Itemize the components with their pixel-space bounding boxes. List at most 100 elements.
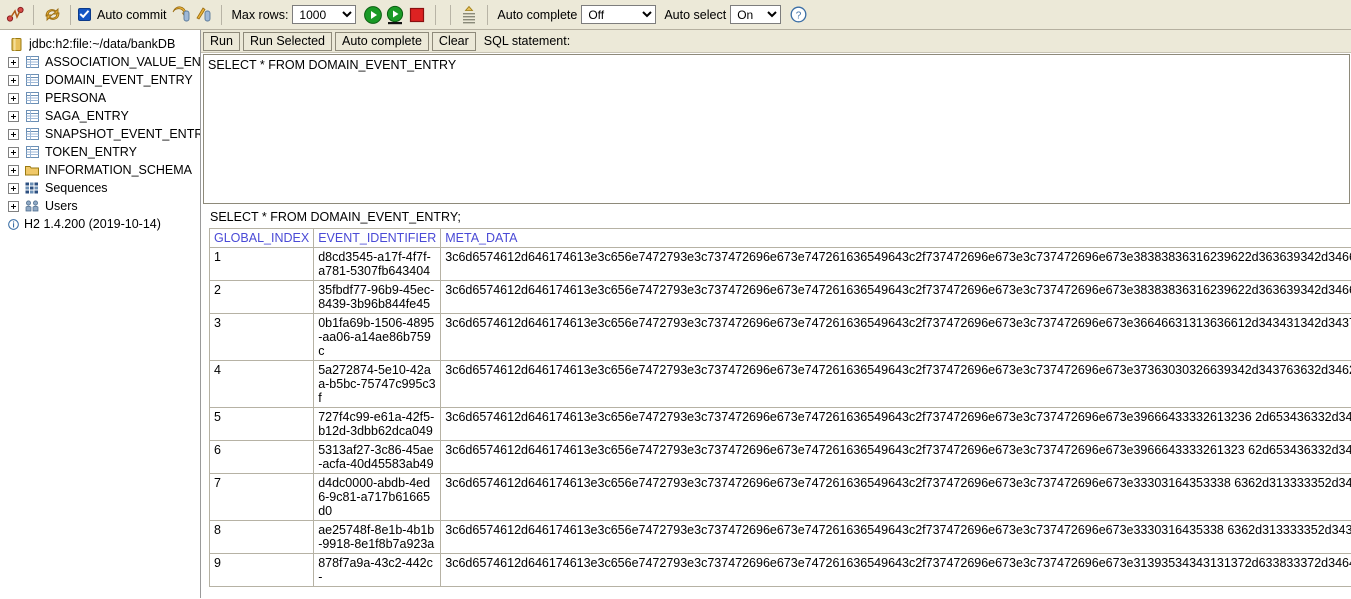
sidebar-item-label: ASSOCIATION_VALUE_ENT bbox=[45, 55, 200, 69]
results-table: GLOBAL_INDEX EVENT_IDENTIFIER META_DATA … bbox=[208, 228, 1351, 587]
table-row[interactable]: 6 5313af27-3c86-45ae-acfa-40d45583ab49 3… bbox=[208, 440, 1351, 474]
users-icon bbox=[24, 199, 40, 213]
connection-label: jdbc:h2:file:~/data/bankDB bbox=[29, 37, 176, 51]
info-icon bbox=[8, 217, 19, 231]
cell-event-identifier: ae25748f-8e1b-4b1b-9918-8e1f8b7a923a bbox=[313, 520, 442, 554]
sidebar-item-token-entry[interactable]: TOKEN_ENTRY bbox=[4, 143, 200, 161]
toolbar-separator-1 bbox=[33, 4, 34, 25]
history-icon[interactable] bbox=[458, 4, 480, 26]
table-row[interactable]: 4 5a272874-5e10-42aa-b5bc-75747c995c3f 3… bbox=[208, 360, 1351, 408]
svg-text:?: ? bbox=[795, 10, 801, 21]
expander-icon[interactable] bbox=[8, 128, 19, 140]
table-row[interactable]: 9 878f7a9a-43c2-442c- 3c6d6574612d646174… bbox=[208, 553, 1351, 587]
column-header-event-identifier[interactable]: EVENT_IDENTIFIER bbox=[313, 228, 442, 248]
cell-global-index: 7 bbox=[208, 473, 315, 521]
sidebar-item-association-value-ent[interactable]: ASSOCIATION_VALUE_ENT bbox=[4, 53, 200, 71]
main-toolbar: Auto commit Max rows: 1000 Auto complete… bbox=[0, 0, 1351, 30]
toolbar-separator-3 bbox=[221, 4, 223, 25]
toolbar-separator-4 bbox=[435, 4, 437, 25]
table-row[interactable]: 2 35fbdf77-96b9-45ec-8439-3b96b844fe45 3… bbox=[208, 280, 1351, 314]
cell-event-identifier: d8cd3545-a17f-4f7f-a781-5307fb643404 bbox=[313, 247, 442, 281]
auto-complete-label: Auto complete bbox=[497, 7, 578, 22]
version-label: H2 1.4.200 (2019-10-14) bbox=[24, 217, 161, 231]
cell-event-identifier: 5a272874-5e10-42aa-b5bc-75747c995c3f bbox=[313, 360, 442, 408]
cell-event-identifier: d4dc0000-abdb-4ed6-9c81-a717b61665d0 bbox=[313, 473, 442, 521]
sidebar-item-label: Users bbox=[45, 199, 78, 213]
database-icon bbox=[8, 37, 24, 51]
run-selected-button[interactable]: Run Selected bbox=[242, 31, 332, 51]
auto-commit-checkbox[interactable] bbox=[78, 8, 91, 21]
expander-icon[interactable] bbox=[8, 146, 19, 158]
sql-editor-textarea[interactable] bbox=[203, 54, 1350, 204]
cell-global-index: 3 bbox=[208, 313, 315, 361]
cell-meta-data: 3c6d6574612d646174613e3c656e7472793e3c73… bbox=[440, 313, 1351, 361]
expander-icon[interactable] bbox=[8, 110, 19, 122]
cell-event-identifier: 727f4c99-e61a-42f5-b12d-3dbb62dca049 bbox=[313, 407, 442, 441]
max-rows-label: Max rows: bbox=[231, 7, 289, 22]
column-header-meta-data[interactable]: META_DATA bbox=[440, 228, 1351, 248]
max-rows-select[interactable]: 1000 bbox=[292, 5, 357, 24]
column-header-global-index[interactable]: GLOBAL_INDEX bbox=[208, 228, 315, 248]
sidebar-item-domain-event-entry[interactable]: DOMAIN_EVENT_ENTRY bbox=[4, 71, 200, 89]
cell-event-identifier: 5313af27-3c86-45ae-acfa-40d45583ab49 bbox=[313, 440, 442, 474]
clear-button[interactable]: Clear bbox=[431, 31, 476, 51]
cell-global-index: 5 bbox=[208, 407, 315, 441]
sql-command-bar: Run Run Selected Auto complete Clear SQL… bbox=[201, 30, 1351, 53]
sidebar-item-label: INFORMATION_SCHEMA bbox=[45, 163, 192, 177]
cell-meta-data: 3c6d6574612d646174613e3c656e7472793e3c73… bbox=[440, 553, 1351, 587]
table-icon bbox=[24, 145, 40, 159]
expander-icon[interactable] bbox=[8, 56, 19, 68]
folder-icon bbox=[24, 163, 40, 177]
commit-icon[interactable] bbox=[192, 4, 214, 26]
refresh-icon[interactable] bbox=[41, 4, 63, 26]
tree-item-connection[interactable]: jdbc:h2:file:~/data/bankDB bbox=[4, 35, 200, 53]
stop-icon[interactable] bbox=[406, 4, 428, 26]
table-row[interactable]: 3 0b1fa69b-1506-4895-aa06-a14ae86b759c 3… bbox=[208, 313, 1351, 361]
cell-global-index: 2 bbox=[208, 280, 315, 314]
main-area: jdbc:h2:file:~/data/bankDB ASSOCIATION_V… bbox=[0, 30, 1351, 598]
table-icon bbox=[24, 73, 40, 87]
rollback-icon[interactable] bbox=[170, 4, 192, 26]
cell-meta-data: 3c6d6574612d646174613e3c656e7472793e3c73… bbox=[440, 247, 1351, 281]
sidebar-item-label: SAGA_ENTRY bbox=[45, 109, 129, 123]
sidebar-item-label: SNAPSHOT_EVENT_ENTRY bbox=[45, 127, 200, 141]
run-icon[interactable] bbox=[362, 4, 384, 26]
cell-event-identifier: 878f7a9a-43c2-442c- bbox=[313, 553, 442, 587]
sidebar-item-information-schema[interactable]: INFORMATION_SCHEMA bbox=[4, 161, 200, 179]
table-icon bbox=[24, 109, 40, 123]
sidebar-item-label: DOMAIN_EVENT_ENTRY bbox=[45, 73, 193, 87]
expander-icon[interactable] bbox=[8, 92, 19, 104]
sidebar-item-saga-entry[interactable]: SAGA_ENTRY bbox=[4, 107, 200, 125]
table-header-row: GLOBAL_INDEX EVENT_IDENTIFIER META_DATA bbox=[208, 228, 1351, 248]
help-icon[interactable]: ? bbox=[787, 4, 809, 26]
auto-select-select[interactable]: On bbox=[730, 5, 782, 24]
table-row[interactable]: 7 d4dc0000-abdb-4ed6-9c81-a717b61665d0 3… bbox=[208, 473, 1351, 521]
auto-complete-select[interactable]: Off bbox=[581, 5, 657, 24]
run-button[interactable]: Run bbox=[203, 31, 240, 51]
editor-and-results-pane: Run Run Selected Auto complete Clear SQL… bbox=[201, 30, 1351, 598]
auto-complete-button[interactable]: Auto complete bbox=[335, 31, 429, 51]
expander-icon[interactable] bbox=[8, 200, 19, 212]
auto-select-label: Auto select bbox=[664, 7, 727, 22]
sidebar-item-sequences[interactable]: Sequences bbox=[4, 179, 200, 197]
expander-icon[interactable] bbox=[8, 74, 19, 86]
sidebar-item-persona[interactable]: PERSONA bbox=[4, 89, 200, 107]
run-selected-icon[interactable] bbox=[384, 4, 406, 26]
sidebar-item-label: TOKEN_ENTRY bbox=[45, 145, 137, 159]
sql-statement-label: SQL statement: bbox=[483, 34, 571, 48]
disconnect-icon[interactable] bbox=[4, 4, 26, 26]
table-row[interactable]: 1 d8cd3545-a17f-4f7f-a781-5307fb643404 3… bbox=[208, 247, 1351, 281]
cell-event-identifier: 35fbdf77-96b9-45ec-8439-3b96b844fe45 bbox=[313, 280, 442, 314]
table-row[interactable]: 5 727f4c99-e61a-42f5-b12d-3dbb62dca049 3… bbox=[208, 407, 1351, 441]
table-icon bbox=[24, 55, 40, 69]
cell-meta-data: 3c6d6574612d646174613e3c656e7472793e3c73… bbox=[440, 520, 1351, 554]
cell-meta-data: 3c6d6574612d646174613e3c656e7472793e3c73… bbox=[440, 440, 1351, 474]
cell-global-index: 1 bbox=[208, 247, 315, 281]
expander-icon[interactable] bbox=[8, 182, 19, 194]
executed-query-text: SELECT * FROM DOMAIN_EVENT_ENTRY; bbox=[210, 210, 461, 224]
sidebar-item-users[interactable]: Users bbox=[4, 197, 200, 215]
table-icon bbox=[24, 127, 40, 141]
table-row[interactable]: 8 ae25748f-8e1b-4b1b-9918-8e1f8b7a923a 3… bbox=[208, 520, 1351, 554]
expander-icon[interactable] bbox=[8, 164, 19, 176]
sidebar-item-snapshot-event-entry[interactable]: SNAPSHOT_EVENT_ENTRY bbox=[4, 125, 200, 143]
